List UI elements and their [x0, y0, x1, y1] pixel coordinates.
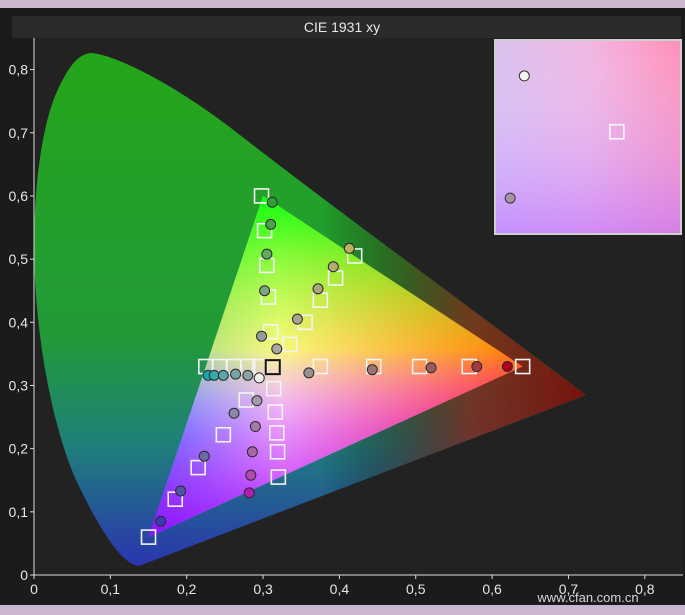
inset-zoom	[494, 39, 682, 235]
measured-point	[271, 343, 283, 355]
measured-point	[501, 361, 513, 373]
measured-point	[198, 450, 210, 462]
measured-point	[228, 407, 240, 419]
inset-measured-point	[504, 192, 516, 204]
measured-point	[425, 362, 437, 374]
measured-point	[256, 330, 268, 342]
y-tick-label: 0,4	[9, 314, 29, 330]
measured-point	[303, 367, 315, 379]
y-tick-label: 0	[20, 567, 28, 583]
y-tick-label: 0,5	[9, 251, 29, 267]
y-tick-label: 0,8	[9, 62, 29, 78]
measured-point	[249, 421, 261, 433]
measured-point	[266, 196, 278, 208]
x-tick-label: 0,3	[253, 581, 273, 597]
x-tick-label: 0,5	[406, 581, 426, 597]
x-tick-label: 0,1	[101, 581, 121, 597]
measured-point	[471, 361, 483, 373]
measured-point	[246, 446, 258, 458]
y-tick-label: 0,3	[9, 377, 29, 393]
measured-point	[291, 313, 303, 325]
y-tick-label: 0,2	[9, 441, 29, 457]
measured-point	[251, 395, 263, 407]
measured-point	[242, 369, 254, 381]
watermark-text: www.cfan.com.cn	[536, 590, 638, 605]
measured-point	[243, 487, 255, 499]
y-tick-label: 0,6	[9, 188, 29, 204]
measured-point	[253, 372, 265, 384]
measured-point	[343, 242, 355, 254]
inset-measured-point	[518, 70, 530, 82]
measured-point	[155, 515, 167, 527]
chart-title: CIE 1931 xy	[304, 19, 380, 35]
measured-point	[312, 283, 324, 295]
measured-point	[208, 369, 220, 381]
y-tick-label: 0,1	[9, 504, 29, 520]
measured-point	[265, 218, 277, 230]
y-tick-label: 0,7	[9, 125, 29, 141]
x-tick-label: 0,2	[177, 581, 197, 597]
x-tick-label: 0,4	[330, 581, 350, 597]
x-tick-label: 0	[30, 581, 38, 597]
top-border	[0, 0, 685, 8]
measured-point	[327, 261, 339, 273]
cie-chart: CIE 1931 xy 0 0,1 0,2 0,3 0,4 0,5 0,6 0,7 0,8 0 0…	[0, 8, 685, 605]
measured-point	[217, 369, 229, 381]
measured-point	[259, 285, 271, 297]
chart-frame: CIE 1931 xy 0 0,1 0,2 0,3 0,4 0,5 0,6 0,7 0,8 0 0…	[0, 0, 685, 615]
measured-point	[230, 368, 242, 380]
measured-point	[261, 248, 273, 260]
measured-point	[175, 485, 187, 497]
measured-point	[366, 364, 378, 376]
bottom-border	[0, 605, 685, 615]
measured-point	[245, 469, 257, 481]
x-tick-label: 0,6	[482, 581, 502, 597]
